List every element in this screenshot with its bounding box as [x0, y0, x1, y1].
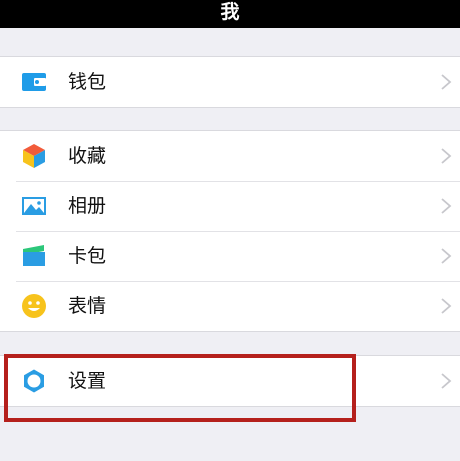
- menu-item-emoji[interactable]: 表情: [0, 281, 460, 331]
- wallet-icon: [22, 73, 46, 91]
- menu-item-favorites[interactable]: 收藏: [0, 131, 460, 181]
- menu-item-album[interactable]: 相册: [0, 181, 460, 231]
- chevron-right-icon: [441, 74, 452, 90]
- nav-bar: 我: [0, 0, 460, 28]
- chevron-right-icon: [441, 248, 452, 264]
- menu-item-label: 收藏: [68, 145, 107, 167]
- menu-item-card-pack[interactable]: 卡包: [0, 231, 460, 281]
- chevron-right-icon: [441, 148, 452, 164]
- album-picture-icon: [22, 197, 46, 215]
- menu-item-wallet[interactable]: 钱包: [0, 57, 460, 107]
- chevron-right-icon: [441, 373, 452, 389]
- menu-item-label: 表情: [68, 295, 107, 317]
- menu-item-label: 卡包: [68, 245, 107, 267]
- card-pack-icon: [23, 245, 45, 266]
- menu-item-label: 钱包: [68, 71, 107, 93]
- menu-item-label: 相册: [68, 195, 107, 217]
- page-title: 我: [220, 0, 240, 23]
- chevron-right-icon: [441, 198, 452, 214]
- favorites-cube-icon: [23, 144, 45, 168]
- emoji-smile-icon: [22, 294, 46, 318]
- me-page: 我 钱包 收藏 相册 卡包 表情 设置: [0, 0, 460, 461]
- group-wallet: 钱包: [0, 56, 460, 108]
- settings-highlight-box: [4, 354, 356, 422]
- group-media: 收藏 相册 卡包 表情: [0, 130, 460, 332]
- chevron-right-icon: [441, 298, 452, 314]
